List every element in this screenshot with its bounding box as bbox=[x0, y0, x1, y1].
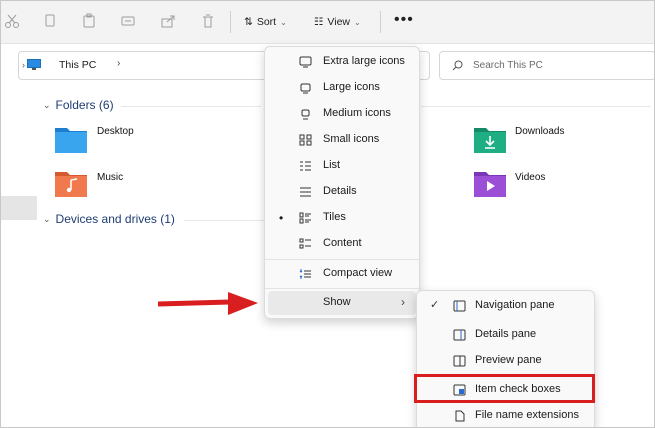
music-folder-icon[interactable] bbox=[54, 168, 88, 198]
menu-item-medium-icons[interactable]: Medium icons bbox=[265, 102, 419, 126]
delete-icon[interactable] bbox=[200, 13, 216, 29]
preview-pane-icon bbox=[453, 355, 466, 367]
more-options-button[interactable]: ••• bbox=[394, 12, 414, 28]
tiles-icon bbox=[299, 212, 311, 224]
menu-item-details-pane[interactable]: Details pane bbox=[417, 323, 594, 347]
toolbar-separator bbox=[380, 11, 381, 33]
section-divider bbox=[184, 220, 264, 221]
sort-label: Sort bbox=[256, 16, 277, 28]
menu-item-file-name-extensions[interactable]: File name extensions bbox=[417, 404, 594, 427]
search-icon bbox=[452, 60, 463, 71]
file-icon bbox=[455, 410, 465, 422]
search-box[interactable]: Search This PC bbox=[439, 51, 654, 80]
folder-label-downloads[interactable]: Downloads bbox=[515, 126, 564, 137]
toolbar-separator bbox=[230, 11, 231, 33]
file-explorer-window: ⇅ Sort ⌄ ☷ View ⌄ ••• › This PC › Search… bbox=[0, 0, 655, 428]
menu-item-list[interactable]: List bbox=[265, 154, 419, 178]
annotation-arrow bbox=[158, 292, 258, 315]
downloads-folder-icon[interactable] bbox=[473, 124, 507, 154]
monitor-icon bbox=[301, 109, 310, 120]
content-icon bbox=[299, 238, 311, 249]
devices-section-header[interactable]: ⌄ Devices and drives (1) bbox=[43, 212, 175, 226]
menu-item-tiles[interactable]: • Tiles bbox=[265, 206, 419, 230]
details-pane-icon bbox=[453, 329, 466, 341]
desktop-folder-icon[interactable] bbox=[54, 124, 88, 154]
view-menu: Extra large icons Large icons Medium ico… bbox=[264, 46, 420, 319]
videos-folder-icon[interactable] bbox=[473, 168, 507, 198]
menu-item-small-icons[interactable]: Small icons bbox=[265, 128, 419, 152]
sort-icon: ⇅ bbox=[244, 16, 253, 28]
menu-item-preview-pane[interactable]: Preview pane bbox=[417, 349, 594, 373]
chevron-down-icon: ⌄ bbox=[43, 99, 51, 110]
this-pc-icon bbox=[27, 59, 41, 70]
cut-icon[interactable] bbox=[4, 13, 20, 29]
chevron-right-icon: › bbox=[401, 295, 405, 309]
search-placeholder: Search This PC bbox=[473, 60, 543, 71]
chevron-down-icon: ⌄ bbox=[354, 17, 361, 27]
menu-separator bbox=[265, 288, 419, 289]
details-icon bbox=[300, 187, 311, 197]
menu-item-navigation-pane[interactable]: ✓ Navigation pane bbox=[417, 294, 594, 318]
chevron-right-icon: › bbox=[22, 60, 25, 70]
copy-icon[interactable] bbox=[42, 13, 58, 29]
navigation-pane-icon bbox=[453, 300, 466, 312]
breadcrumb[interactable]: This PC bbox=[59, 59, 96, 71]
share-icon[interactable] bbox=[160, 13, 176, 29]
folder-label-music[interactable]: Music bbox=[97, 172, 123, 183]
folders-header-label: Folders (6) bbox=[55, 98, 114, 112]
devices-header-label: Devices and drives (1) bbox=[55, 212, 175, 226]
breadcrumb-chevron-icon[interactable]: › bbox=[117, 58, 120, 69]
highlight-box bbox=[414, 374, 595, 403]
menu-item-large-icons[interactable]: Large icons bbox=[265, 76, 419, 100]
menu-item-details[interactable]: Details bbox=[265, 180, 419, 204]
menu-separator bbox=[265, 259, 419, 260]
chevron-down-icon: ⌄ bbox=[280, 17, 287, 27]
checkmark-icon: ✓ bbox=[430, 299, 440, 311]
selected-indicator: • bbox=[279, 211, 284, 225]
section-divider bbox=[421, 106, 651, 107]
view-label: View bbox=[327, 16, 350, 28]
paste-icon[interactable] bbox=[81, 13, 97, 29]
command-bar: ⇅ Sort ⌄ ☷ View ⌄ ••• bbox=[1, 1, 654, 44]
section-divider bbox=[121, 106, 261, 107]
view-icon: ☷ bbox=[314, 16, 324, 28]
monitor-icon bbox=[299, 56, 312, 68]
rename-icon[interactable] bbox=[120, 13, 136, 29]
navigation-pane-selection[interactable] bbox=[1, 196, 37, 220]
chevron-down-icon: ⌄ bbox=[43, 213, 51, 224]
monitor-icon bbox=[300, 83, 311, 94]
list-icon bbox=[300, 161, 311, 171]
menu-item-extra-large-icons[interactable]: Extra large icons bbox=[265, 50, 419, 74]
folders-section-header[interactable]: ⌄ Folders (6) bbox=[43, 98, 114, 112]
menu-item-show[interactable]: Show › bbox=[268, 291, 416, 315]
grid-icon bbox=[299, 134, 312, 146]
folder-label-videos[interactable]: Videos bbox=[515, 172, 545, 183]
folder-label-desktop[interactable]: Desktop bbox=[97, 126, 134, 137]
view-button[interactable]: ☷ View ⌄ bbox=[314, 13, 361, 31]
compact-icon bbox=[299, 269, 311, 279]
menu-item-content[interactable]: Content bbox=[265, 232, 419, 256]
menu-item-compact-view[interactable]: Compact view bbox=[265, 262, 419, 286]
sort-button[interactable]: ⇅ Sort ⌄ bbox=[244, 13, 287, 31]
show-submenu: ✓ Navigation pane Details pane Preview p… bbox=[416, 290, 595, 427]
